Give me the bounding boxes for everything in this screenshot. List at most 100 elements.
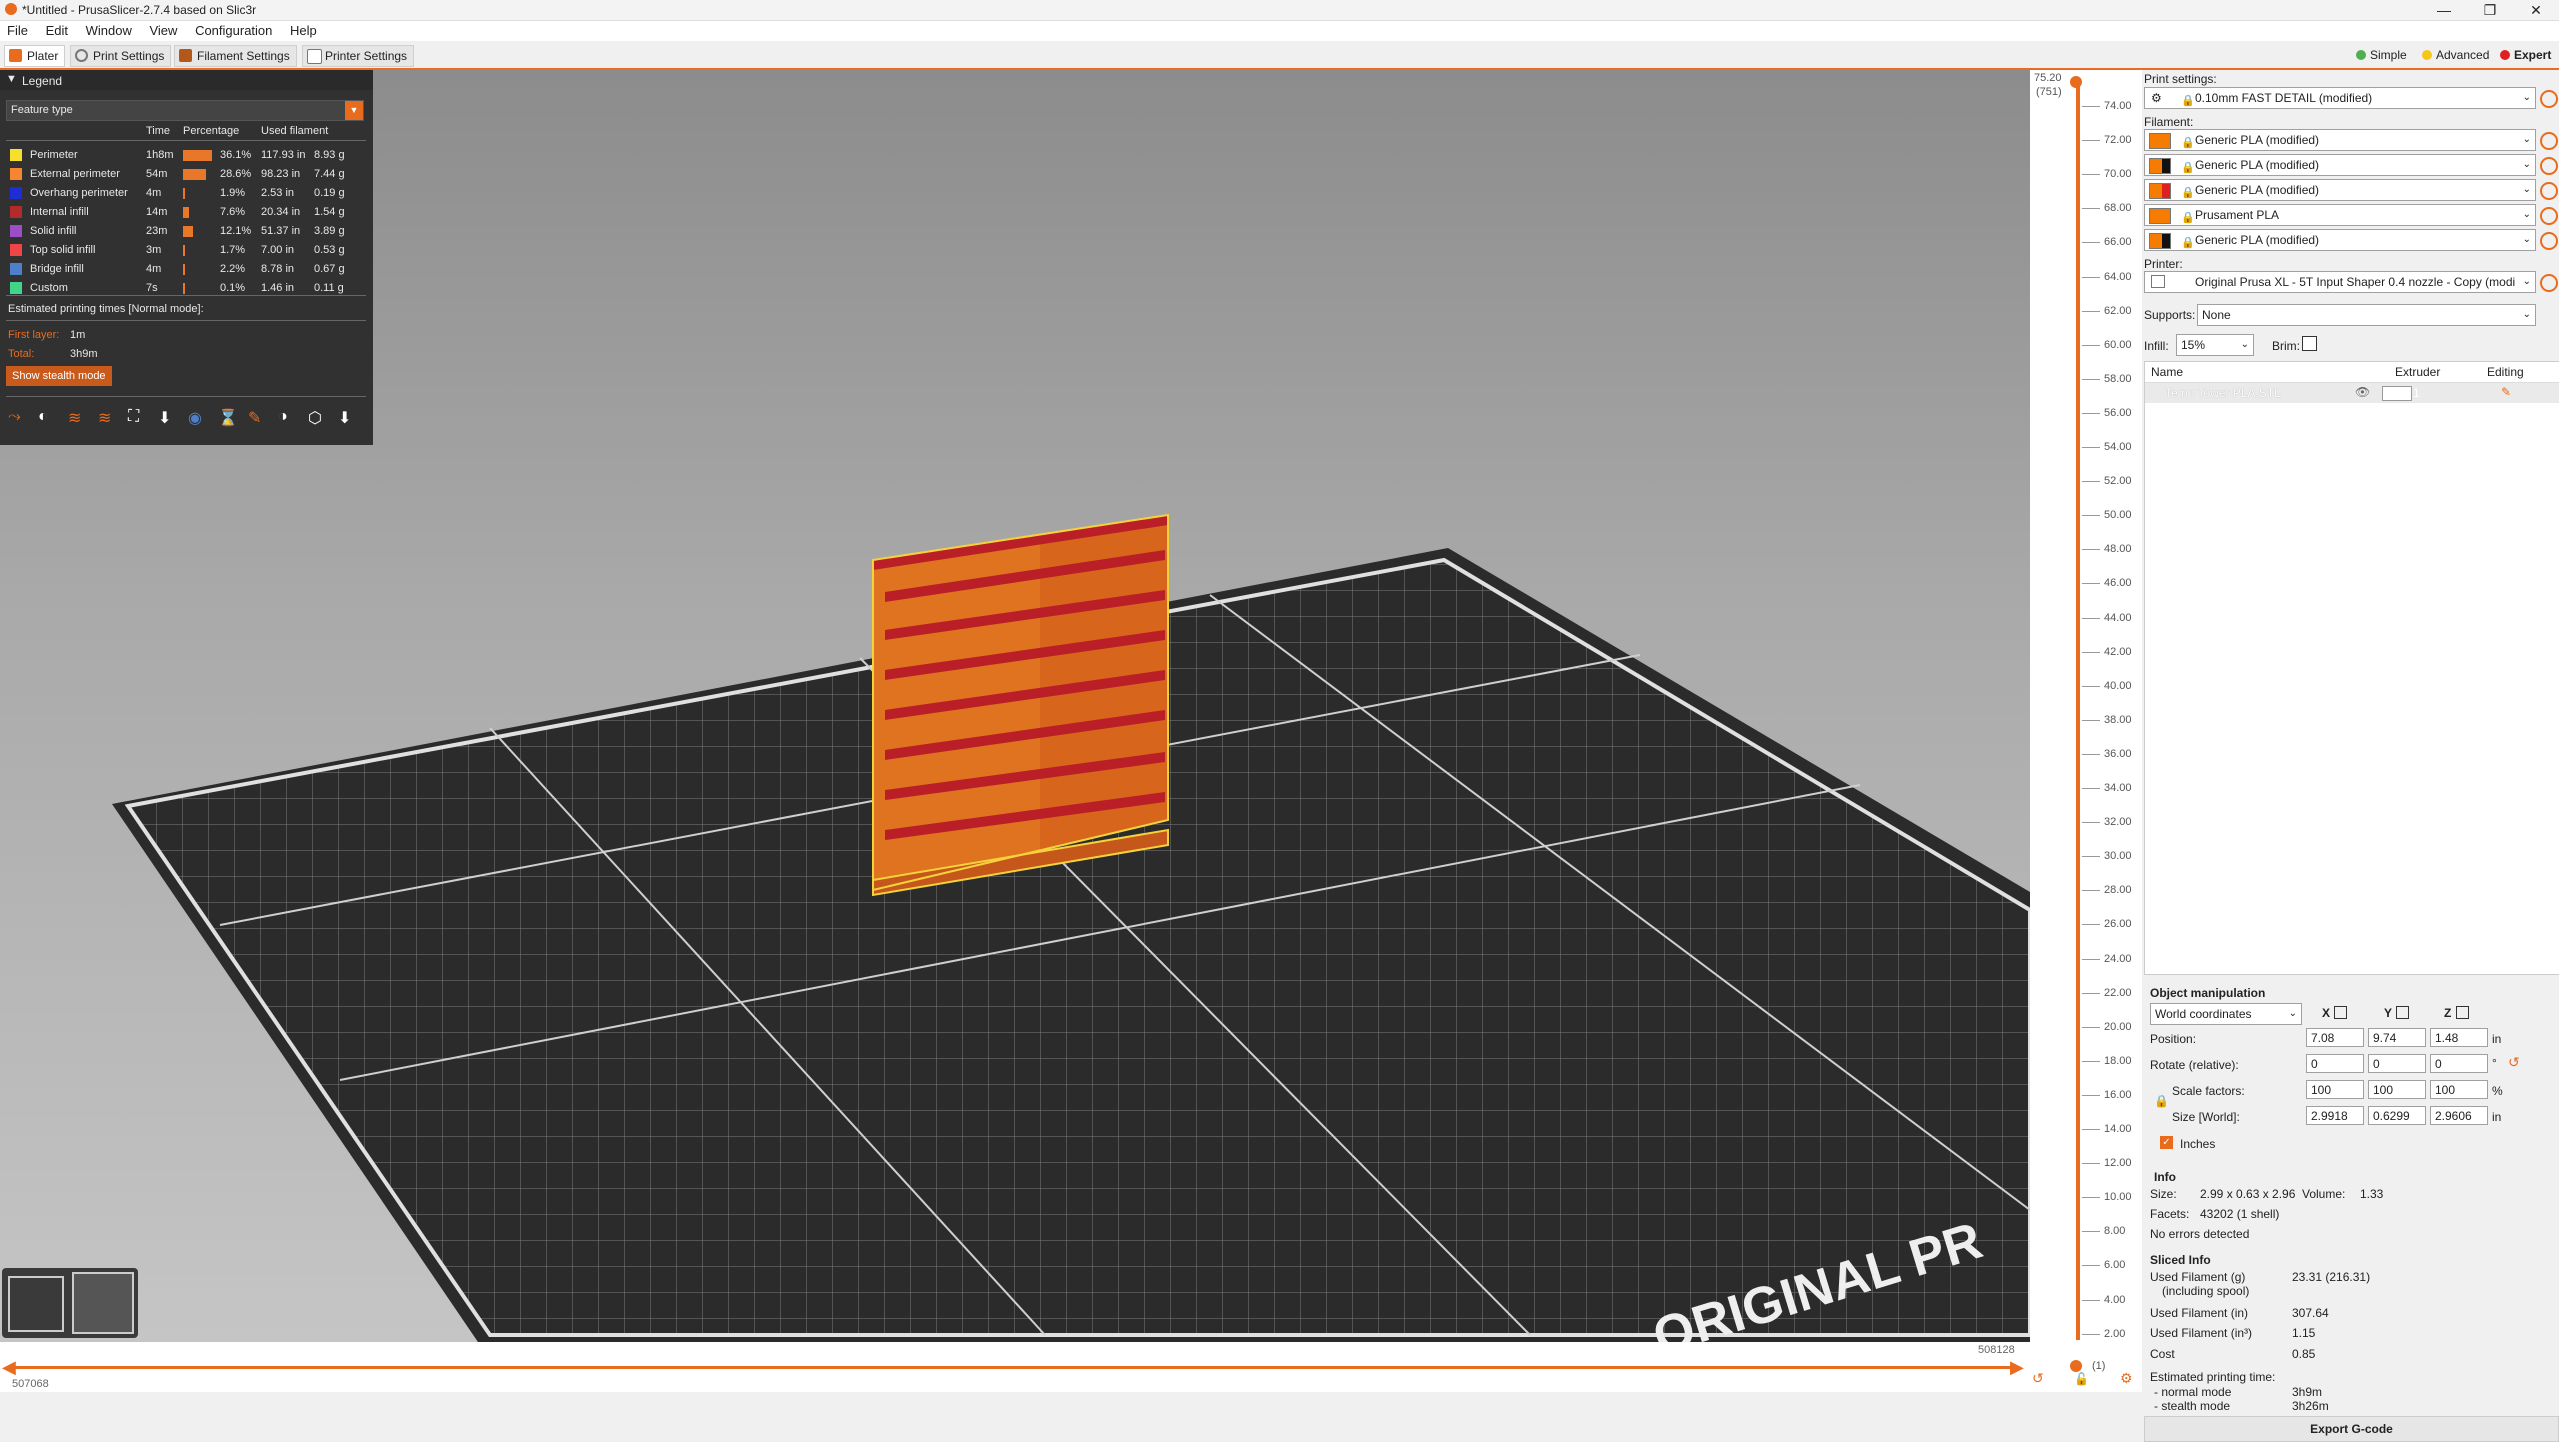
filament-color-swatch[interactable] [2149, 158, 2171, 174]
legend-row[interactable]: Solid infill 23m 12.1% 51.37 in 3.89 g [0, 222, 373, 241]
size-y-input[interactable]: 0.6299 [2368, 1106, 2426, 1125]
travel-icon[interactable]: ⤳ [8, 408, 28, 428]
move-slider-left-thumb[interactable]: ◀ [2, 1357, 16, 1378]
coordinates-select[interactable]: World coordinates ⌄ [2150, 1003, 2302, 1025]
filament-select[interactable]: 🔒 Generic PLA (modified) ⌄ [2144, 129, 2536, 151]
printer-settings-edit-icon[interactable] [2540, 274, 2558, 292]
tab-printer-settings[interactable]: Printer Settings [302, 45, 415, 67]
menu-help[interactable]: Help [283, 21, 324, 38]
filament-color-swatch[interactable] [2149, 233, 2171, 249]
legend-row[interactable]: Overhang perimeter 4m 1.9% 2.53 in 0.19 g [0, 184, 373, 203]
custom-gcodes-icon[interactable]: ✎ [248, 408, 268, 428]
center-of-gravity-icon[interactable]: ◑ [278, 408, 298, 428]
close-button[interactable]: ✕ [2513, 0, 2559, 20]
legend-time: 54m [146, 168, 168, 180]
menu-edit[interactable]: Edit [39, 21, 75, 38]
position-x-input[interactable]: 7.08 [2306, 1028, 2364, 1047]
tool-marker-icon[interactable]: ⬇ [338, 408, 358, 428]
slider-settings-icon[interactable]: ⚙ [2120, 1370, 2133, 1387]
reset-icon[interactable]: ↺ [2032, 1370, 2044, 1387]
printer-profile-select[interactable]: Original Prusa XL - 5T Input Shaper 0.4 … [2144, 271, 2536, 293]
menu-view[interactable]: View [142, 21, 184, 38]
extruder-select[interactable] [2382, 386, 2412, 401]
rotate-z-input[interactable]: 0 [2430, 1054, 2488, 1073]
rotate-y-input[interactable]: 0 [2368, 1054, 2426, 1073]
legend-row[interactable]: External perimeter 54m 28.6% 98.23 in 7.44 g [0, 165, 373, 184]
preview-layers-icon[interactable] [72, 1272, 134, 1334]
filament-select[interactable]: 🔒 Generic PLA (modified) ⌄ [2144, 229, 2536, 251]
menu-window[interactable]: Window [79, 21, 139, 38]
print-settings-edit-icon[interactable] [2540, 90, 2558, 108]
tab-plater[interactable]: Plater [4, 45, 66, 67]
3d-view-icon[interactable] [8, 1276, 64, 1332]
menu-file[interactable]: File [0, 21, 35, 38]
deretractions-icon[interactable]: ≋ [98, 408, 118, 428]
mode-advanced[interactable]: Advanced [2418, 46, 2493, 64]
edit-icon[interactable]: ✎ [2501, 385, 2511, 399]
position-z-input[interactable]: 1.48 [2430, 1028, 2488, 1047]
legend-row[interactable]: Top solid infill 3m 1.7% 7.00 in 0.53 g [0, 241, 373, 260]
move-slider-right-thumb[interactable]: ▶ [2010, 1357, 2024, 1378]
mode-expert[interactable]: Expert [2496, 46, 2555, 64]
lock-icon[interactable]: 🔓 [2074, 1372, 2089, 1386]
size-z-input[interactable]: 2.9606 [2430, 1106, 2488, 1125]
filament-settings-edit-icon[interactable] [2540, 132, 2558, 150]
legend-row[interactable]: Internal infill 14m 7.6% 20.34 in 1.54 g [0, 203, 373, 222]
move-slider-track[interactable] [8, 1366, 2018, 1369]
gcode-move-slider[interactable]: ◀ ▶ 507068 508128 [0, 1342, 2030, 1392]
reset-rotation-icon[interactable]: ↺ [2508, 1054, 2520, 1071]
wipe-icon[interactable]: ◐ [38, 408, 58, 428]
drop-to-bed-z-icon[interactable] [2456, 1006, 2469, 1019]
legend-header[interactable]: ▼ Legend [0, 70, 373, 90]
print-profile-select[interactable]: ⚙ 🔒 0.10mm FAST DETAIL (modified) ⌄ [2144, 87, 2536, 109]
layer-slider[interactable]: 75.20 (751) 74.00 72.00 70.00 68.00 66.00 64.… [2030, 70, 2142, 1392]
color-changes-icon[interactable]: ◉ [188, 408, 208, 428]
inches-checkbox[interactable]: ✓ [2160, 1136, 2173, 1149]
shells-icon[interactable]: ⬡ [308, 408, 328, 428]
pause-prints-icon[interactable]: ⌛ [218, 408, 238, 428]
minimize-button[interactable]: — [2421, 0, 2467, 20]
filament-settings-edit-icon[interactable] [2540, 207, 2558, 225]
filament-color-swatch[interactable] [2149, 208, 2171, 224]
scale-y-input[interactable]: 100 [2368, 1080, 2426, 1099]
object-list-row[interactable]: Temp Tower PLA.STL 👁 1 ✎ [2145, 383, 2559, 403]
tab-print-settings[interactable]: Print Settings [70, 45, 172, 67]
filament-color-swatch[interactable] [2149, 183, 2171, 199]
scale-z-input[interactable]: 100 [2430, 1080, 2488, 1099]
drop-to-bed-y-icon[interactable] [2396, 1006, 2409, 1019]
filament-color-swatch[interactable] [2149, 133, 2171, 149]
filament-select[interactable]: 🔒 Generic PLA (modified) ⌄ [2144, 154, 2536, 176]
drop-to-bed-x-icon[interactable] [2334, 1006, 2347, 1019]
brim-checkbox[interactable] [2302, 336, 2317, 351]
size-x-input[interactable]: 2.9918 [2306, 1106, 2364, 1125]
filament-select[interactable]: 🔒 Generic PLA (modified) ⌄ [2144, 179, 2536, 201]
layer-slider-upper-thumb[interactable] [2070, 76, 2082, 88]
mode-simple[interactable]: Simple [2352, 46, 2411, 64]
legend-row[interactable]: Bridge infill 4m 2.2% 8.78 in 0.67 g [0, 260, 373, 279]
eye-icon[interactable]: 👁 [2355, 385, 2370, 399]
filament-settings-edit-icon[interactable] [2540, 232, 2558, 250]
infill-select[interactable]: 15% ⌄ [2176, 334, 2254, 356]
scale-x-input[interactable]: 100 [2306, 1080, 2364, 1099]
export-gcode-button[interactable]: Export G-code [2144, 1416, 2559, 1442]
tab-filament-settings[interactable]: Filament Settings [174, 45, 297, 67]
lock-icon[interactable]: 🔒 [2154, 1094, 2169, 1108]
menu-configuration[interactable]: Configuration [188, 21, 279, 38]
seams-icon[interactable]: ⛶ [128, 408, 148, 428]
tool-changes-icon[interactable]: ⬇ [158, 408, 178, 428]
maximize-button[interactable]: ❐ [2467, 0, 2513, 20]
feature-type-select[interactable]: Feature type ▼ [6, 100, 364, 121]
filament-select[interactable]: 🔒 Prusament PLA ⌄ [2144, 204, 2536, 226]
retractions-icon[interactable]: ≋ [68, 408, 88, 428]
filament-settings-edit-icon[interactable] [2540, 182, 2558, 200]
supports-select[interactable]: None ⌄ [2197, 304, 2536, 326]
position-y-input[interactable]: 9.74 [2368, 1028, 2426, 1047]
show-stealth-mode-button[interactable]: Show stealth mode [6, 366, 112, 386]
layer-slider-track[interactable] [2076, 80, 2080, 1340]
temp-tower-model[interactable] [872, 513, 1169, 897]
rotate-x-input[interactable]: 0 [2306, 1054, 2364, 1073]
layer-height-tick: 68.00 [2104, 202, 2132, 215]
layer-slider-lower-thumb[interactable] [2070, 1360, 2082, 1372]
filament-settings-edit-icon[interactable] [2540, 157, 2558, 175]
legend-row[interactable]: Perimeter 1h8m 36.1% 117.93 in 8.93 g [0, 146, 373, 165]
